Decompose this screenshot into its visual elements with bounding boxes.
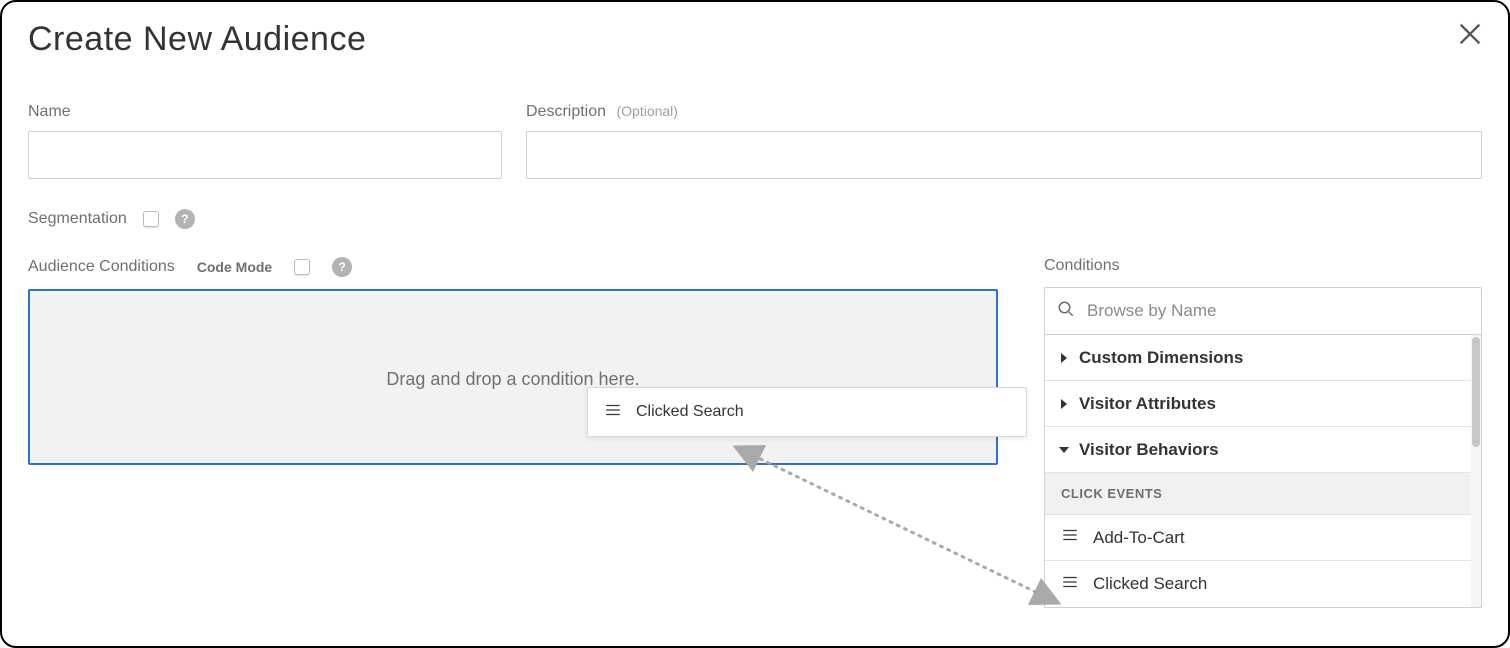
page-title: Create New Audience [28,20,1482,59]
behaviors-section-click-events: CLICK EVENTS [1045,473,1481,515]
conditions-panel: Conditions Custom Dimensions [1044,257,1482,608]
category-visitor-behaviors[interactable]: Visitor Behaviors [1045,427,1481,473]
conditions-drop-zone[interactable]: Drag and drop a condition here. Clicked … [28,289,998,465]
name-input[interactable] [28,131,502,179]
section-label: CLICK EVENTS [1061,486,1162,501]
chevron-right-icon [1059,353,1069,363]
audience-builder: Audience Conditions Code Mode ? Drag and… [28,257,998,465]
code-mode-label: Code Mode [197,259,272,275]
description-label-text: Description [526,103,606,120]
form-row-name-description: Name Description (Optional) [28,103,1482,179]
category-label: Custom Dimensions [1079,348,1243,368]
chevron-down-icon [1059,445,1069,455]
condition-item-add-to-cart[interactable]: Add-To-Cart [1045,515,1481,561]
conditions-search-input[interactable] [1087,301,1469,321]
conditions-panel-label: Conditions [1044,257,1482,275]
category-label: Visitor Attributes [1079,394,1216,414]
description-input[interactable] [526,131,1482,179]
drag-handle-icon [1061,526,1079,549]
drag-handle-icon [604,401,622,424]
dialog-content: Create New Audience Name Description (Op… [2,2,1508,608]
chevron-right-icon [1059,399,1069,409]
dialog-frame: Create New Audience Name Description (Op… [0,0,1510,648]
builder-row: Audience Conditions Code Mode ? Drag and… [28,257,1482,608]
description-label: Description (Optional) [526,103,1482,121]
category-custom-dimensions[interactable]: Custom Dimensions [1045,335,1481,381]
conditions-search[interactable] [1044,287,1482,335]
audience-conditions-label: Audience Conditions [28,258,175,276]
dragging-condition-label: Clicked Search [636,403,744,421]
dragging-condition-card[interactable]: Clicked Search [587,387,1027,437]
category-label: Visitor Behaviors [1079,440,1219,460]
conditions-scrollbar[interactable] [1471,335,1481,607]
conditions-list: Custom Dimensions Visitor Attributes Vis… [1044,335,1482,608]
close-button[interactable] [1456,20,1484,48]
code-mode-checkbox[interactable] [294,259,310,275]
segmentation-help-icon[interactable]: ? [175,209,195,229]
field-group-description: Description (Optional) [526,103,1482,179]
search-icon [1057,300,1075,323]
field-group-name: Name [28,103,502,179]
condition-item-label: Add-To-Cart [1093,528,1185,548]
code-mode-help-icon[interactable]: ? [332,257,352,277]
category-visitor-attributes[interactable]: Visitor Attributes [1045,381,1481,427]
condition-item-label: Clicked Search [1093,574,1207,594]
audience-conditions-header: Audience Conditions Code Mode ? [28,257,998,277]
segmentation-checkbox[interactable] [143,211,159,227]
segmentation-row: Segmentation ? [28,209,1482,229]
condition-item-clicked-search[interactable]: Clicked Search [1045,561,1481,607]
name-label: Name [28,103,502,121]
drag-handle-icon [1061,573,1079,596]
description-optional-text: (Optional) [616,103,677,119]
scrollbar-thumb[interactable] [1472,337,1480,447]
segmentation-label: Segmentation [28,210,127,228]
